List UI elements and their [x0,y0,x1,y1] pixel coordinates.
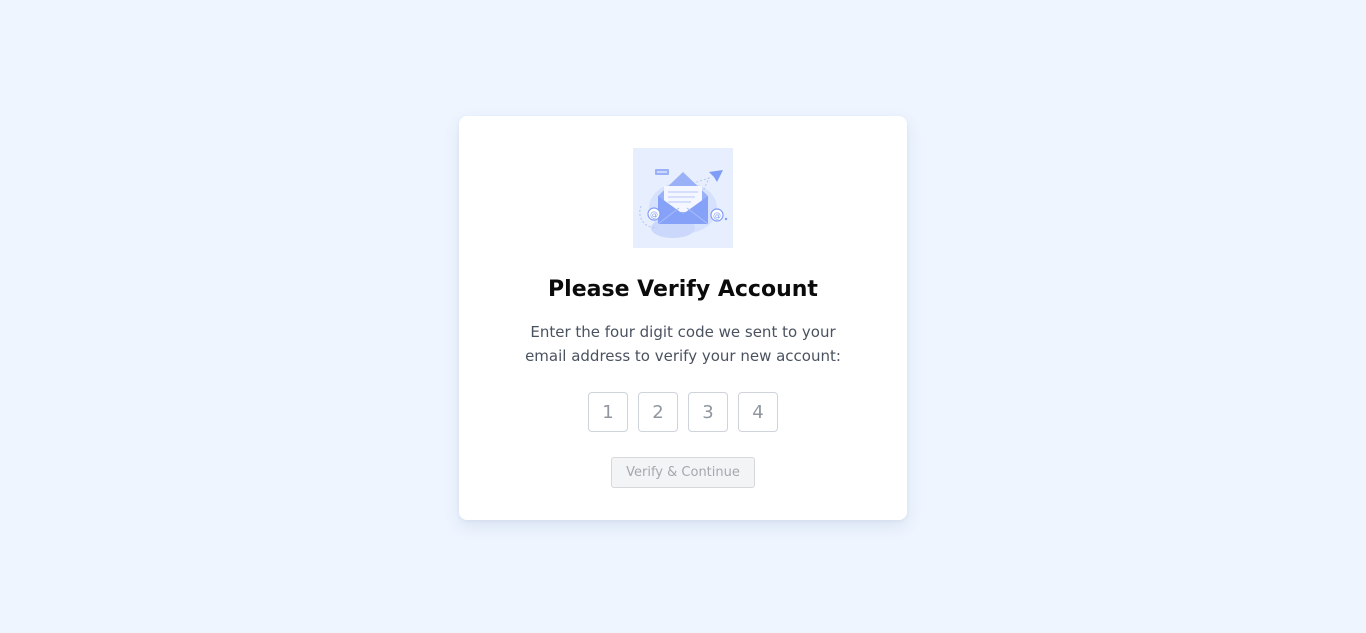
verify-continue-button[interactable]: Verify & Continue [611,457,755,488]
code-digit-1-input[interactable] [588,392,628,432]
code-digit-2-input[interactable] [638,392,678,432]
code-digit-4-input[interactable] [738,392,778,432]
verify-account-card: @ @ Please Verify Account Enter the four… [459,116,907,520]
instruction-text: Enter the four digit code we sent to you… [525,323,841,365]
page-title: Please Verify Account [548,277,818,302]
svg-text:@: @ [713,211,721,220]
email-envelope-illustration-icon: @ @ [633,148,733,248]
code-digit-3-input[interactable] [688,392,728,432]
verification-code-inputs [588,392,778,432]
svg-text:@: @ [650,210,658,219]
